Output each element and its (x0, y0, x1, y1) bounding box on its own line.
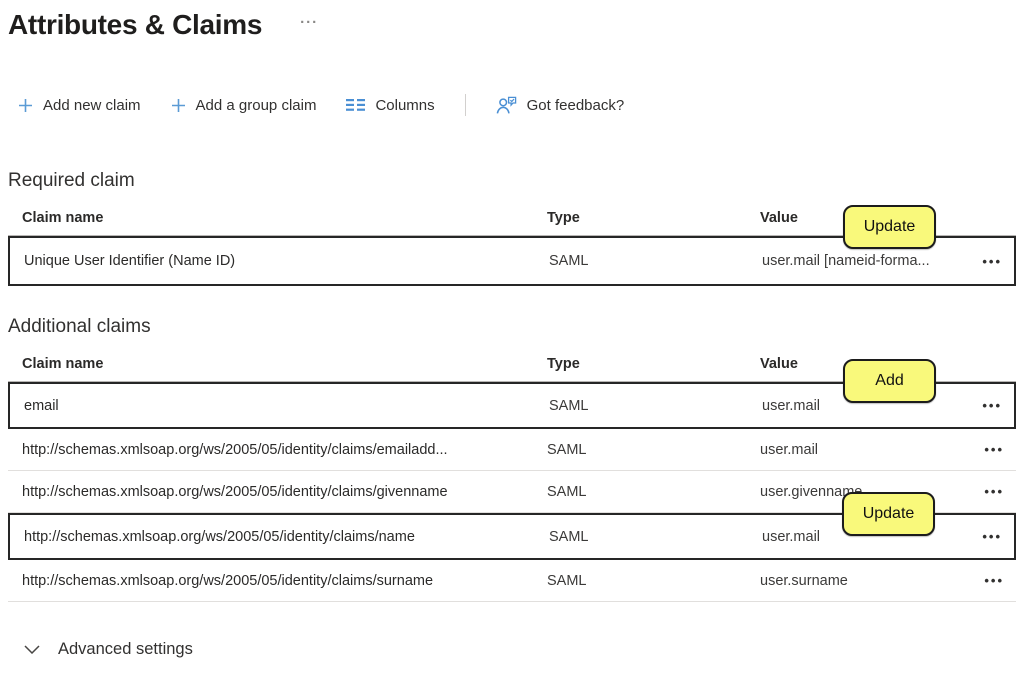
column-header-type: Type (547, 210, 760, 226)
claim-type-cell: SAML (549, 398, 762, 414)
page-header: Attributes & Claims ··· (0, 0, 1024, 44)
required-claim-heading: Required claim (8, 170, 1024, 192)
claim-name-cell: Unique User Identifier (Name ID) (24, 253, 549, 269)
additional-claims-heading: Additional claims (8, 316, 1024, 338)
title-ellipsis-icon[interactable]: ··· (300, 14, 318, 31)
claim-name-cell: http://schemas.xmlsoap.org/ws/2005/05/id… (22, 442, 547, 458)
annotation-update-name: Update (842, 492, 935, 536)
claim-name-cell: http://schemas.xmlsoap.org/ws/2005/05/id… (22, 484, 547, 500)
annotation-add-email: Add (843, 359, 936, 403)
claim-value-cell: user.mail (760, 442, 968, 458)
toolbar-divider (465, 94, 466, 116)
advanced-settings-label: Advanced settings (58, 640, 193, 659)
claim-type-cell: SAML (547, 573, 760, 589)
claim-type-cell: SAML (549, 253, 762, 269)
add-group-claim-button[interactable]: Add a group claim (171, 97, 317, 114)
page-title: Attributes & Claims (8, 8, 262, 42)
columns-label: Columns (375, 97, 434, 114)
advanced-settings-toggle[interactable]: Advanced settings (24, 640, 1024, 659)
claim-type-cell: SAML (549, 529, 762, 545)
table-row-surname[interactable]: http://schemas.xmlsoap.org/ws/2005/05/id… (8, 560, 1016, 602)
claim-name-cell: http://schemas.xmlsoap.org/ws/2005/05/id… (24, 529, 549, 545)
claim-type-cell: SAML (547, 442, 760, 458)
row-menu-icon[interactable]: ••• (968, 484, 1016, 499)
plus-icon (18, 98, 33, 113)
row-menu-icon[interactable]: ••• (966, 398, 1014, 413)
chevron-down-icon (24, 645, 40, 654)
claim-name-cell: http://schemas.xmlsoap.org/ws/2005/05/id… (22, 573, 547, 589)
columns-icon (346, 98, 365, 112)
add-group-claim-label: Add a group claim (196, 97, 317, 114)
got-feedback-label: Got feedback? (527, 97, 625, 114)
plus-icon (171, 98, 186, 113)
add-new-claim-button[interactable]: Add new claim (18, 97, 141, 114)
claim-value-cell: user.mail [nameid-forma... (762, 253, 966, 269)
got-feedback-button[interactable]: Got feedback? (496, 96, 625, 115)
column-header-type: Type (547, 356, 760, 372)
row-menu-icon[interactable]: ••• (966, 529, 1014, 544)
attributes-claims-page: Attributes & Claims ··· Add new claim Ad… (0, 0, 1024, 673)
row-menu-icon[interactable]: ••• (966, 254, 1014, 269)
add-new-claim-label: Add new claim (43, 97, 141, 114)
columns-button[interactable]: Columns (346, 97, 434, 114)
row-menu-icon[interactable]: ••• (968, 442, 1016, 457)
row-menu-icon[interactable]: ••• (968, 573, 1016, 588)
feedback-person-icon (496, 96, 517, 115)
table-row-emailaddress[interactable]: http://schemas.xmlsoap.org/ws/2005/05/id… (8, 429, 1016, 471)
command-bar: Add new claim Add a group claim Columns (18, 90, 1024, 120)
claim-name-cell: email (24, 398, 549, 414)
column-header-claim-name: Claim name (22, 356, 547, 372)
column-header-claim-name: Claim name (22, 210, 547, 226)
annotation-update-nameid: Update (843, 205, 936, 249)
claim-value-cell: user.surname (760, 573, 968, 589)
claim-type-cell: SAML (547, 484, 760, 500)
